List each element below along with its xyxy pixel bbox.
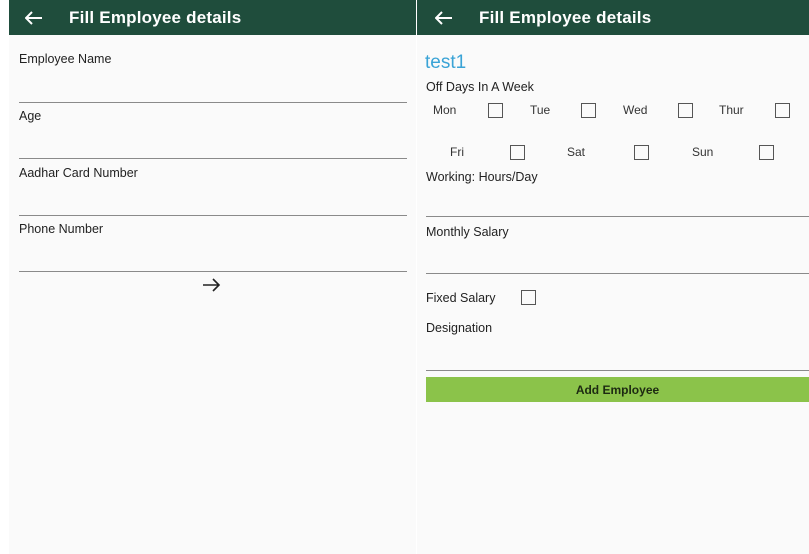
day-label-mon: Mon — [433, 103, 457, 117]
employee-details-screen-1: Fill Employee details Employee Name Age … — [9, 0, 416, 554]
day-label-sun: Sun — [692, 145, 714, 159]
employee-name-label: Employee Name — [19, 52, 112, 66]
checkbox-mon[interactable] — [488, 103, 503, 118]
day-label-wed: Wed — [623, 103, 648, 117]
employee-details-screen-2: Fill Employee details test1 Off Days In … — [417, 0, 809, 554]
checkbox-thur[interactable] — [775, 103, 790, 118]
checkbox-wed[interactable] — [678, 103, 693, 118]
employee-name-field[interactable]: Employee Name — [19, 52, 407, 104]
monthly-salary-field[interactable]: Monthly Salary — [426, 225, 809, 277]
checkbox-fixed-salary[interactable] — [521, 290, 536, 305]
designation-underline — [426, 370, 809, 371]
day-label-thur: Thur — [719, 103, 744, 117]
arrow-left-icon[interactable] — [434, 8, 454, 28]
phone-number-underline — [19, 271, 407, 272]
add-employee-button[interactable]: Add Employee — [426, 377, 809, 402]
monthly-salary-label: Monthly Salary — [426, 225, 509, 239]
working-hours-field[interactable]: Working: Hours/Day — [426, 170, 809, 220]
day-label-fri: Fri — [450, 145, 464, 159]
monthly-salary-underline — [426, 273, 809, 274]
app-bar-title: Fill Employee details — [479, 7, 652, 27]
designation-label: Designation — [426, 321, 493, 335]
checkbox-sun[interactable] — [759, 145, 774, 160]
app-bar: Fill Employee details — [9, 0, 416, 35]
designation-field[interactable]: Designation — [426, 321, 809, 373]
day-label-sat: Sat — [567, 145, 586, 159]
day-label-tue: Tue — [530, 103, 551, 117]
employee-name-underline — [19, 102, 407, 103]
age-label: Age — [19, 109, 42, 123]
checkbox-tue[interactable] — [581, 103, 596, 118]
age-underline — [19, 158, 407, 159]
employee-title: test1 — [425, 52, 467, 73]
app-bar-title: Fill Employee details — [69, 7, 242, 27]
phone-number-field[interactable]: Phone Number — [19, 222, 407, 274]
working-hours-underline — [426, 216, 809, 217]
arrow-right-icon[interactable] — [202, 277, 224, 297]
age-field[interactable]: Age — [19, 109, 407, 161]
fixed-salary-label: Fixed Salary — [426, 291, 496, 305]
arrow-left-icon[interactable] — [24, 8, 44, 28]
checkbox-fri[interactable] — [510, 145, 525, 160]
aadhar-card-label: Aadhar Card Number — [19, 166, 138, 180]
aadhar-card-underline — [19, 215, 407, 216]
checkbox-sat[interactable] — [634, 145, 649, 160]
app-bar: Fill Employee details — [417, 0, 809, 35]
off-days-label: Off Days In A Week — [426, 80, 534, 94]
aadhar-card-field[interactable]: Aadhar Card Number — [19, 166, 407, 218]
working-hours-label: Working: Hours/Day — [426, 170, 538, 184]
phone-number-label: Phone Number — [19, 222, 104, 236]
